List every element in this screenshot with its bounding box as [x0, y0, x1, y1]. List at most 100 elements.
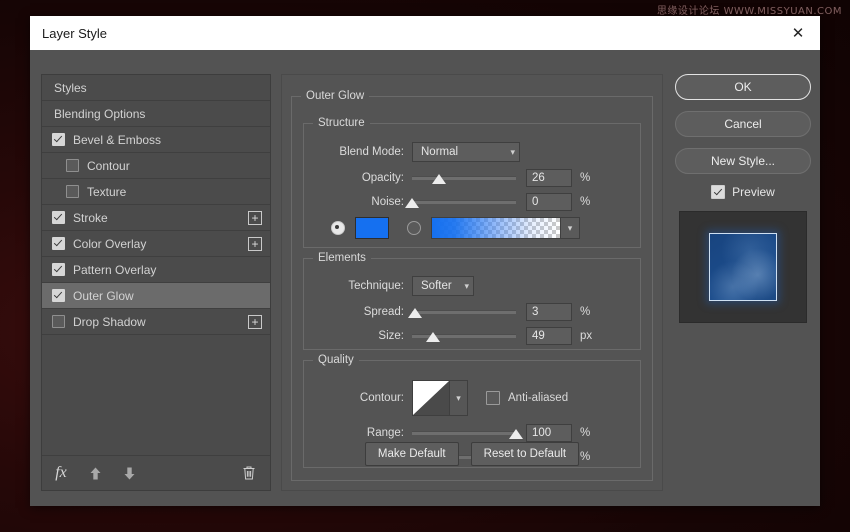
noise-slider[interactable] [412, 194, 516, 210]
effect-enable-checkbox[interactable] [52, 315, 65, 328]
anti-aliased-checkbox[interactable] [486, 391, 500, 405]
default-buttons: Make Default Reset to Default [292, 442, 652, 466]
sidebar-item-outer-glow[interactable]: Outer Glow [42, 283, 270, 309]
sidebar-item-label: Bevel & Emboss [73, 133, 161, 147]
reset-to-default-button[interactable]: Reset to Default [471, 442, 579, 466]
move-down-icon[interactable] [120, 464, 138, 482]
move-up-icon[interactable] [86, 464, 104, 482]
make-default-button[interactable]: Make Default [365, 442, 459, 466]
sidebar-item-texture[interactable]: Texture [42, 179, 270, 205]
technique-select[interactable]: Softer ▾ [412, 276, 474, 296]
gradient-preview [432, 218, 560, 238]
sidebar-item-blending-options[interactable]: Blending Options [42, 101, 270, 127]
sidebar-item-stroke[interactable]: Stroke+ [42, 205, 270, 231]
size-slider-thumb[interactable] [426, 332, 440, 342]
noise-unit: % [580, 196, 590, 208]
size-label: Size: [304, 330, 412, 342]
opacity-label: Opacity: [304, 172, 412, 184]
blend-mode-select[interactable]: Normal ▾ [412, 142, 520, 162]
glow-gradient-picker[interactable]: ▾ [431, 217, 580, 239]
contour-chevron-down-icon[interactable]: ▾ [449, 381, 467, 415]
color-fill-radio[interactable] [331, 221, 345, 235]
sidebar-item-contour[interactable]: Contour [42, 153, 270, 179]
sidebar-item-styles[interactable]: Styles [42, 75, 270, 101]
contour-picker[interactable]: ▾ [412, 380, 468, 416]
spread-unit: % [580, 306, 590, 318]
range-slider-thumb[interactable] [509, 429, 523, 439]
preview-label: Preview [732, 185, 775, 199]
opacity-input[interactable]: 26 [526, 169, 572, 187]
range-label: Range: [304, 427, 412, 439]
elements-group: Elements Technique: Softer ▾ Spread: [303, 258, 641, 350]
ok-button[interactable]: OK [675, 74, 811, 100]
size-slider[interactable] [412, 328, 516, 344]
close-icon[interactable]: ✕ [776, 16, 820, 50]
opacity-slider[interactable] [412, 170, 516, 186]
effect-enable-checkbox[interactable] [52, 133, 65, 146]
sidebar-item-label: Outer Glow [73, 289, 134, 303]
quality-legend: Quality [313, 354, 359, 366]
contour-preview [413, 381, 449, 415]
size-unit: px [580, 330, 592, 342]
add-effect-icon[interactable]: + [248, 211, 262, 225]
elements-legend: Elements [313, 252, 371, 264]
fill-type-row: ▾ [304, 216, 640, 240]
styles-sidebar: Styles Blending Options Bevel & Emboss Cont… [41, 74, 271, 491]
glow-color-swatch[interactable] [355, 217, 389, 239]
sidebar-item-pattern-overlay[interactable]: Pattern Overlay [42, 257, 270, 283]
range-slider-track [412, 431, 516, 435]
blend-mode-row: Blend Mode: Normal ▾ [304, 142, 640, 162]
spread-slider-track [412, 310, 516, 314]
gradient-fill-radio[interactable] [407, 221, 421, 235]
preview-checkbox[interactable] [711, 185, 725, 199]
watermark: 思缘设计论坛 WWW.MISSYUAN.COM [657, 6, 842, 18]
cancel-button[interactable]: Cancel [675, 111, 811, 137]
technique-value: Softer [421, 280, 452, 292]
noise-slider-thumb[interactable] [405, 198, 419, 208]
add-effect-icon[interactable]: + [248, 315, 262, 329]
size-row: Size: 49 px [304, 326, 640, 346]
contour-row: Contour: ▾ Anti-aliased [304, 379, 640, 417]
noise-slider-track [412, 200, 516, 204]
opacity-slider-thumb[interactable] [432, 174, 446, 184]
add-effect-icon[interactable]: + [248, 237, 262, 251]
effect-enable-checkbox[interactable] [52, 211, 65, 224]
noise-input[interactable]: 0 [526, 193, 572, 211]
sidebar-item-label: Contour [87, 159, 130, 173]
spread-slider[interactable] [412, 304, 516, 320]
range-input[interactable]: 100 [526, 424, 572, 442]
spread-slider-thumb[interactable] [408, 308, 422, 318]
effect-enable-checkbox[interactable] [66, 185, 79, 198]
sidebar-item-color-overlay[interactable]: Color Overlay + [42, 231, 270, 257]
effect-enable-checkbox[interactable] [52, 237, 65, 250]
trash-icon[interactable] [240, 464, 258, 482]
size-input[interactable]: 49 [526, 327, 572, 345]
contour-label: Contour: [304, 392, 412, 404]
sidebar-item-bevel-emboss[interactable]: Bevel & Emboss [42, 127, 270, 153]
technique-row: Technique: Softer ▾ [304, 276, 640, 296]
fx-icon[interactable]: fx [52, 464, 70, 482]
range-slider[interactable] [412, 425, 516, 441]
outer-glow-legend: Outer Glow [301, 90, 369, 102]
sidebar-item-label: Pattern Overlay [73, 263, 156, 277]
noise-row: Noise: 0 % [304, 192, 640, 212]
effect-enable-checkbox[interactable] [66, 159, 79, 172]
chevron-down-icon: ▾ [464, 281, 469, 292]
effect-enable-checkbox[interactable] [52, 263, 65, 276]
outer-glow-panel: Outer Glow Structure Blend Mode: Normal … [281, 74, 663, 491]
sidebar-item-label: Color Overlay [73, 237, 146, 251]
opacity-row: Opacity: 26 % [304, 168, 640, 188]
effect-enable-checkbox[interactable] [52, 289, 65, 302]
preview-thumbnail-shape [709, 233, 777, 301]
opacity-unit: % [580, 172, 590, 184]
preview-toggle[interactable]: Preview [675, 185, 811, 199]
range-unit: % [580, 427, 590, 439]
sidebar-item-label: Styles [54, 81, 87, 95]
spread-input[interactable]: 3 [526, 303, 572, 321]
new-style-button[interactable]: New Style... [675, 148, 811, 174]
structure-legend: Structure [313, 117, 370, 129]
outer-glow-group: Outer Glow Structure Blend Mode: Normal … [291, 96, 653, 481]
sidebar-item-drop-shadow[interactable]: Drop Shadow+ [42, 309, 270, 335]
sidebar-item-label: Blending Options [54, 107, 145, 121]
gradient-chevron-down-icon[interactable]: ▾ [560, 218, 579, 238]
